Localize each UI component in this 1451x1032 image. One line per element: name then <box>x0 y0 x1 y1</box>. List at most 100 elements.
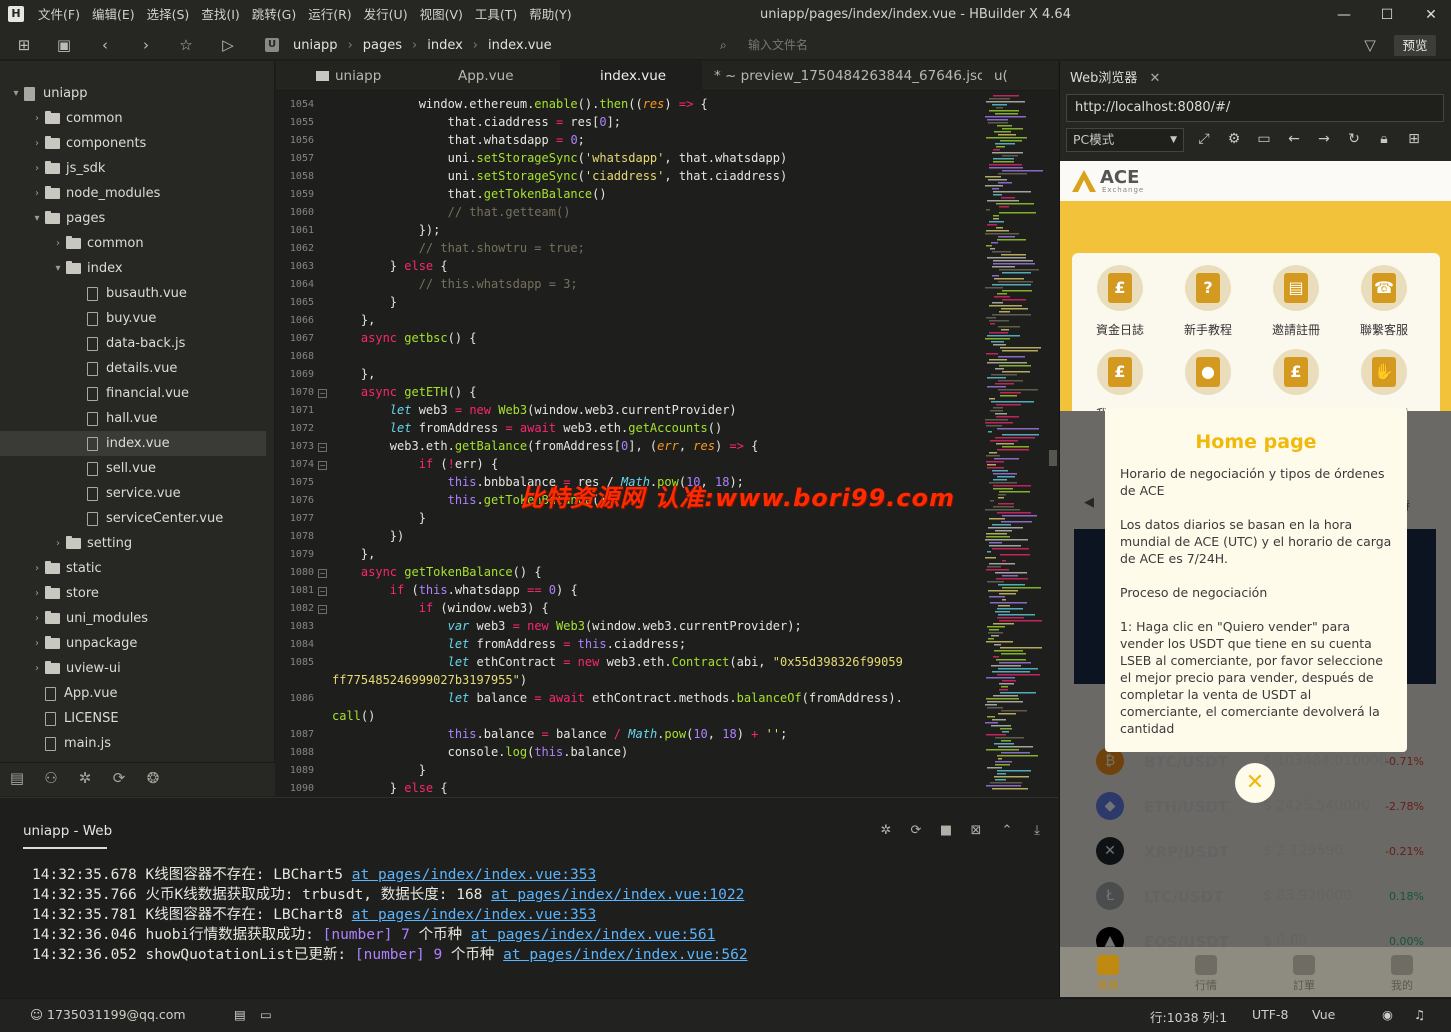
git-icon[interactable]: ⟳ <box>110 769 128 790</box>
tree-item[interactable]: › unpackage <box>0 631 266 656</box>
tree-item[interactable]: › uview-ui <box>0 656 266 681</box>
screenshot-icon[interactable]: ⤢ <box>1194 131 1214 147</box>
chevron-down-icon[interactable]: ▾ <box>8 81 24 106</box>
fold-toggle-icon[interactable]: − <box>318 569 327 578</box>
breadcrumb-item[interactable]: uniapp <box>293 38 338 53</box>
project-manager-icon[interactable]: ▤ <box>8 769 26 790</box>
fold-toggle-icon[interactable]: − <box>318 443 327 452</box>
menu-item[interactable]: 文件(F) <box>32 0 86 30</box>
tree-item[interactable]: ▾ pages <box>0 206 266 231</box>
chevron-up-icon[interactable]: ⌃ <box>998 823 1016 838</box>
url-input[interactable]: http://localhost:8080/#/ <box>1066 94 1444 122</box>
log-source-link[interactable]: at pages/index/index.vue:562 <box>503 947 747 963</box>
tree-item[interactable]: index.vue <box>0 431 266 456</box>
feature-icon[interactable]: £ <box>1097 265 1143 311</box>
window-icon[interactable]: ▤ <box>234 1007 246 1022</box>
bug-icon[interactable]: ✲ <box>76 769 94 790</box>
sync-icon[interactable]: ◉ <box>1382 1007 1393 1022</box>
run-icon[interactable]: ▷ <box>218 35 238 55</box>
tree-item[interactable]: buy.vue <box>0 306 266 331</box>
collapse-icon[interactable]: ⤓ <box>1028 823 1046 838</box>
tree-item[interactable]: › js_sdk <box>0 156 266 181</box>
browser-tab[interactable]: Web浏览器 ✕ <box>1070 67 1160 86</box>
chevron-right-icon[interactable]: › <box>50 531 66 556</box>
tree-item[interactable]: App.vue <box>0 681 266 706</box>
fold-toggle-icon[interactable]: − <box>318 587 327 596</box>
chevron-right-icon[interactable]: › <box>50 231 66 256</box>
settings-icon[interactable]: ⚙ <box>1224 131 1244 147</box>
tree-item[interactable]: main.js <box>0 731 266 756</box>
notification-icon[interactable]: ♫ <box>1414 1007 1425 1022</box>
cursor-position[interactable]: 行:1038 列:1 <box>1150 1007 1227 1026</box>
tree-item[interactable]: › common <box>0 106 266 131</box>
lock-icon[interactable]: 🔒︎ <box>1374 131 1394 147</box>
back-arrow-icon[interactable]: ← <box>1284 131 1304 147</box>
feature-icon[interactable]: £ <box>1097 349 1143 395</box>
encoding-label[interactable]: UTF-8 <box>1252 1007 1288 1022</box>
close-tab-icon[interactable]: ✕ <box>1149 71 1160 86</box>
chevron-down-icon[interactable]: ▾ <box>29 206 45 231</box>
tree-item[interactable]: ▾ uniapp <box>0 81 266 106</box>
nav-item[interactable]: 訂單 <box>1279 955 1329 993</box>
save-icon[interactable]: ▣ <box>54 35 74 55</box>
feature-icon[interactable]: ? <box>1185 265 1231 311</box>
log-source-link[interactable]: at pages/index/index.vue:353 <box>352 907 596 923</box>
tree-item[interactable]: busauth.vue <box>0 281 266 306</box>
editor-tab[interactable]: index.vue <box>560 61 702 91</box>
chevron-right-icon[interactable]: › <box>29 606 45 631</box>
dialog-close-button[interactable]: ✕ <box>1235 763 1275 803</box>
close-button[interactable]: ✕ <box>1413 0 1449 30</box>
refresh-icon[interactable]: ↻ <box>1344 131 1364 147</box>
account-label[interactable]: ☺ 1735031199@qq.com <box>30 1007 186 1022</box>
feature-label[interactable]: 邀請註冊 <box>1254 321 1338 338</box>
minimize-button[interactable]: — <box>1326 0 1362 30</box>
tree-item[interactable]: serviceCenter.vue <box>0 506 266 531</box>
stop-icon[interactable]: ■ <box>937 823 955 838</box>
feature-label[interactable]: 新手教程 <box>1166 321 1250 338</box>
forward-arrow-icon[interactable]: → <box>1314 131 1334 147</box>
tree-item[interactable]: ▾ index <box>0 256 266 281</box>
log-source-link[interactable]: at pages/index/index.vue:1022 <box>491 887 744 903</box>
fold-toggle-icon[interactable]: − <box>318 605 327 614</box>
menu-item[interactable]: 发行(U) <box>358 0 414 30</box>
tree-item[interactable]: LICENSE <box>0 706 266 731</box>
back-icon[interactable]: ‹ <box>95 35 115 55</box>
star-icon[interactable]: ☆ <box>176 35 196 55</box>
device-mode-select[interactable]: PC模式 ▼ <box>1066 128 1184 152</box>
tree-item[interactable]: details.vue <box>0 356 266 381</box>
feature-label[interactable]: 聯繫客服 <box>1342 321 1426 338</box>
menu-item[interactable]: 视图(V) <box>414 0 469 30</box>
tree-item[interactable]: hall.vue <box>0 406 266 431</box>
chevron-right-icon[interactable]: › <box>29 581 45 606</box>
plugin-icon[interactable]: ❂ <box>144 769 162 790</box>
tree-item[interactable]: › uni_modules <box>0 606 266 631</box>
language-label[interactable]: Vue <box>1312 1007 1335 1022</box>
minimap[interactable] <box>985 91 1047 796</box>
chevron-right-icon[interactable]: › <box>29 556 45 581</box>
forward-icon[interactable]: › <box>136 35 156 55</box>
feature-icon[interactable]: £ <box>1273 349 1319 395</box>
fold-toggle-icon[interactable]: − <box>318 389 327 398</box>
chevron-right-icon[interactable]: › <box>29 631 45 656</box>
breadcrumb-item[interactable]: index.vue <box>488 38 552 53</box>
feature-icon[interactable]: ● <box>1185 349 1231 395</box>
tree-item[interactable]: › node_modules <box>0 181 266 206</box>
feature-icon[interactable]: ☎ <box>1361 265 1407 311</box>
chevron-right-icon[interactable]: › <box>29 656 45 681</box>
breadcrumb-item[interactable]: index <box>427 38 463 53</box>
editor-scrollbar[interactable] <box>1049 450 1057 466</box>
debug-icon[interactable]: ✲ <box>877 823 895 838</box>
tree-item[interactable]: › common <box>0 231 266 256</box>
nav-item[interactable]: 首頁 <box>1083 955 1133 993</box>
nav-item[interactable]: 行情 <box>1181 955 1231 993</box>
tree-item[interactable]: service.vue <box>0 481 266 506</box>
nav-item[interactable]: 我的 <box>1377 955 1427 993</box>
new-file-icon[interactable]: ⊞ <box>14 35 34 55</box>
editor-tab[interactable]: u( <box>982 61 1048 91</box>
clear-console-icon[interactable]: ⊠ <box>967 823 985 838</box>
chevron-right-icon[interactable]: › <box>29 131 45 156</box>
tree-item[interactable]: › store <box>0 581 266 606</box>
tree-item[interactable]: › setting <box>0 531 266 556</box>
menu-item[interactable]: 查找(I) <box>195 0 245 30</box>
fold-toggle-icon[interactable]: − <box>318 461 327 470</box>
